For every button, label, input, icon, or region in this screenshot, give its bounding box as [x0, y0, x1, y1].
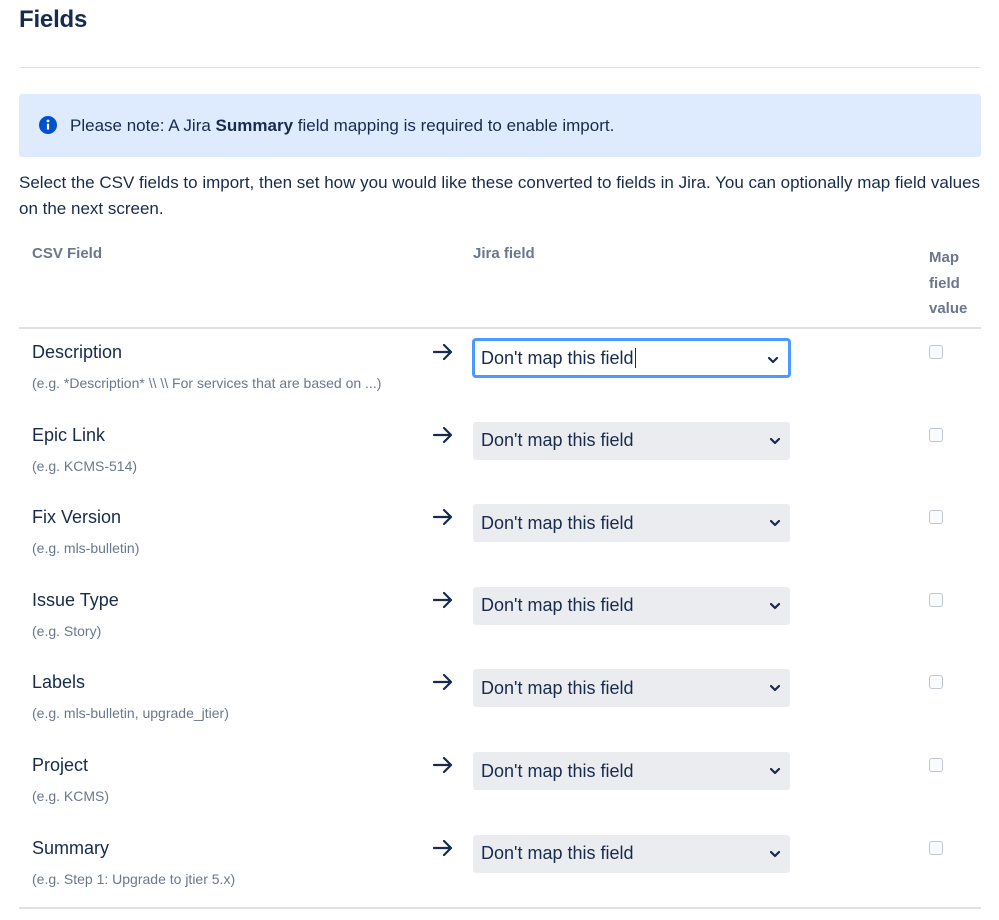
chevron-down-icon [769, 767, 781, 775]
csv-field-name: Epic Link [32, 424, 106, 445]
chevron-down-icon [769, 685, 781, 692]
map-field-value-checkbox[interactable] [929, 345, 943, 359]
jira-field-select[interactable]: Don't map this field [473, 421, 790, 460]
text-cursor [634, 348, 636, 368]
fields-page: Fields Please note: A Jira Summary field… [0, 0, 999, 920]
info-icon [39, 116, 57, 134]
csv-field-example: (e.g. mls-bulletin) [32, 540, 140, 557]
jira-field-select-value: Don't map this field [481, 677, 634, 698]
csv-field-name: Issue Type [32, 589, 119, 610]
jira-field-select-value: Don't map this field [481, 347, 634, 368]
map-field-value-checkbox[interactable] [929, 592, 943, 607]
map-field-value-checkbox[interactable] [929, 840, 943, 855]
page-title: Fields [19, 6, 88, 33]
jira-field-select[interactable]: Don't map this field [473, 339, 790, 377]
column-header-jira-field: Jira field [473, 245, 535, 262]
csv-field-example: (e.g. KCMS-514) [32, 457, 138, 474]
jira-field-select[interactable]: Don't map this field [473, 834, 790, 873]
arrow-right-icon [432, 674, 453, 691]
chevron-down-icon [769, 850, 781, 857]
table-row: Epic Link (e.g. KCMS-514) Don't map this f… [0, 415, 999, 497]
jira-field-select[interactable]: Don't map this field [473, 752, 790, 790]
csv-field-example: (e.g. Step 1: Upgrade to jtier 5.x) [32, 870, 236, 887]
table-row: Project (e.g. KCMS) Don't map this field [0, 745, 999, 827]
map-field-value-checkbox[interactable] [929, 758, 943, 772]
table-row: Fix Version (e.g. mls-bulletin) Don't map … [0, 497, 999, 579]
csv-field-name: Description [32, 342, 123, 362]
table-header-divider [19, 327, 981, 329]
intro-text: Select the CSV fields to import, then se… [19, 173, 981, 218]
jira-field-select[interactable]: Don't map this field [473, 669, 790, 708]
chevron-down-icon [769, 520, 781, 527]
arrow-right-icon [432, 426, 453, 443]
jira-field-select[interactable]: Don't map this field [473, 504, 790, 543]
arrow-right-icon [432, 756, 453, 774]
arrow-right-icon [432, 509, 453, 526]
notice-text: Please note: A Jira Summary field mappin… [70, 115, 615, 135]
divider [19, 67, 981, 68]
jira-field-select[interactable]: Don't map this field [473, 586, 790, 625]
chevron-down-icon [769, 437, 781, 444]
csv-field-name: Fix Version [32, 507, 122, 528]
map-field-value-checkbox[interactable] [929, 510, 943, 525]
table-row: Description (e.g. *Description* \\ \\ For… [0, 332, 999, 414]
csv-field-name: Labels [32, 672, 86, 693]
csv-field-name: Project [32, 755, 89, 775]
csv-field-example: (e.g. mls-bulletin, upgrade_jtier) [32, 705, 229, 722]
jira-field-select-value: Don't map this field [481, 430, 634, 451]
arrow-right-icon [432, 343, 453, 361]
chevron-down-icon [769, 602, 781, 609]
map-field-value-checkbox[interactable] [929, 427, 943, 442]
csv-field-example: (e.g. Story) [32, 622, 102, 639]
arrow-right-icon [432, 591, 453, 608]
table-row: Labels (e.g. mls-bulletin, upgrade_jtier)… [0, 662, 999, 744]
csv-field-name: Summary [32, 837, 110, 858]
csv-field-example: (e.g. *Description* \\ \\ For services t… [32, 375, 382, 391]
jira-field-select-value: Don't map this field [481, 595, 634, 616]
map-field-value-checkbox[interactable] [929, 675, 943, 690]
column-header-map-field-value: Map field value [929, 249, 968, 317]
info-notice: Please note: A Jira Summary field mappin… [19, 94, 981, 157]
table-bottom-divider [19, 907, 981, 909]
jira-field-select-value: Don't map this field [481, 843, 634, 864]
table-row: Summary (e.g. Step 1: Upgrade to jtier 5.… [0, 828, 999, 910]
csv-field-example: (e.g. KCMS) [32, 788, 110, 804]
column-header-csv-field: CSV Field [32, 245, 103, 262]
table-row: Issue Type (e.g. Story) Don't map this fie… [0, 580, 999, 662]
jira-field-select-value: Don't map this field [481, 512, 634, 533]
chevron-down-icon [767, 356, 779, 364]
jira-field-select-value: Don't map this field [481, 760, 634, 781]
arrow-right-icon [432, 839, 453, 856]
